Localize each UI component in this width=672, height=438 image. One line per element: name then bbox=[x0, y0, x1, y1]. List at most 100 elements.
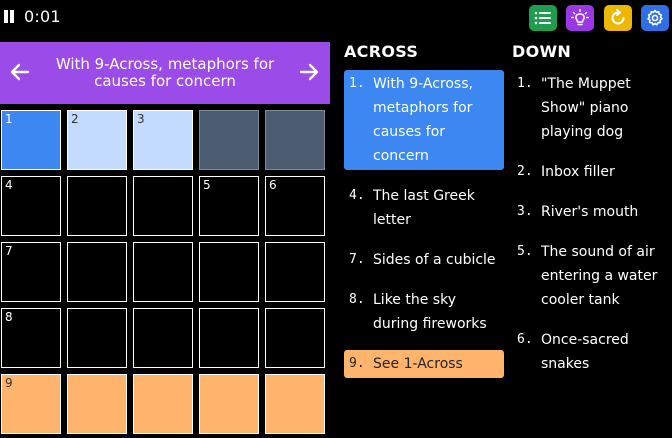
settings-button[interactable] bbox=[641, 5, 669, 31]
across-clue-item[interactable]: 4. The last Greek letter bbox=[344, 184, 504, 232]
grid-cell[interactable]: 1 bbox=[1, 110, 61, 170]
timer: 0:01 bbox=[24, 7, 61, 26]
clue-text: Like the sky during fireworks bbox=[373, 288, 487, 336]
clue-text: Inbox filler bbox=[541, 160, 615, 184]
prev-clue-arrow-icon[interactable] bbox=[8, 60, 32, 84]
clue-number: 5. bbox=[517, 244, 533, 259]
cell-number: 8 bbox=[5, 310, 13, 324]
clue-text-line: With 9-Across, bbox=[373, 76, 473, 92]
clue-number: 1. bbox=[517, 76, 533, 91]
grid-cell[interactable] bbox=[199, 308, 259, 368]
clue-text: With 9-Across, metaphors for causes for con… bbox=[373, 72, 473, 168]
clue-text-line: Inbox filler bbox=[541, 164, 615, 180]
clue-number: 9. bbox=[349, 356, 365, 371]
clue-text: The sound of air entering a water cooler t… bbox=[541, 240, 657, 312]
down-clue-item[interactable]: 2. Inbox filler bbox=[512, 160, 667, 184]
grid-cell[interactable] bbox=[133, 374, 193, 434]
grid-cell[interactable]: 6 bbox=[265, 176, 325, 236]
clue-text-line: metaphors for bbox=[373, 100, 473, 116]
clue-text-line: Show" piano bbox=[541, 100, 629, 116]
across-clue-item[interactable]: 8. Like the sky during fireworks bbox=[344, 288, 504, 336]
current-clue-text: With 9-Across, metaphors for causes for … bbox=[55, 55, 275, 90]
down-clue-item[interactable]: 3. River's mouth bbox=[512, 200, 667, 224]
clue-text-line: See 1-Across bbox=[373, 356, 463, 372]
cell-number: 2 bbox=[71, 112, 79, 126]
clue-text-line: concern bbox=[373, 148, 429, 164]
clue-text-line: cooler tank bbox=[541, 292, 620, 308]
clue-text: River's mouth bbox=[541, 200, 638, 224]
clue-text-line: The last Greek bbox=[373, 188, 475, 204]
down-heading: DOWN bbox=[512, 42, 572, 61]
grid-cell[interactable] bbox=[67, 176, 127, 236]
clue-text-line: playing dog bbox=[541, 124, 624, 140]
clue-text: Sides of a cubicle bbox=[373, 248, 496, 272]
clue-text-line: snakes bbox=[541, 356, 590, 372]
across-heading: ACROSS bbox=[344, 42, 419, 61]
grid-cell[interactable] bbox=[67, 308, 127, 368]
grid-cell[interactable] bbox=[133, 176, 193, 236]
cell-number: 9 bbox=[5, 376, 13, 390]
across-clue-item[interactable]: 9. See 1-Across bbox=[344, 350, 504, 378]
clue-text-line: entering a water bbox=[541, 268, 658, 284]
pause-icon[interactable] bbox=[3, 10, 15, 23]
cell-number: 3 bbox=[137, 112, 145, 126]
clue-number: 3. bbox=[517, 204, 533, 219]
gear-icon bbox=[647, 9, 663, 26]
clue-text-line: Once-sacred bbox=[541, 332, 629, 348]
lightbulb-icon bbox=[571, 9, 589, 26]
clue-number: 4. bbox=[349, 188, 365, 203]
clue-number: 2. bbox=[517, 164, 533, 179]
cell-number: 6 bbox=[269, 178, 277, 192]
clue-text-line: The sound of air bbox=[541, 244, 655, 260]
across-clue-item[interactable]: 1. With 9-Across, metaphors for causes for c… bbox=[344, 70, 504, 170]
grid-cell[interactable] bbox=[265, 374, 325, 434]
down-clue-item[interactable]: 1. "The Muppet Show" piano playing dog bbox=[512, 72, 667, 144]
clue-text: See 1-Across bbox=[373, 352, 463, 376]
grid-cell[interactable] bbox=[199, 374, 259, 434]
clue-text-line: Sides of a cubicle bbox=[373, 252, 496, 268]
reset-button[interactable] bbox=[604, 5, 632, 31]
grid-cell bbox=[199, 110, 259, 170]
clue-text: Once-sacred snakes bbox=[541, 328, 629, 376]
grid-cell[interactable]: 9 bbox=[1, 374, 61, 434]
clue-number: 7. bbox=[349, 252, 365, 267]
grid-cell[interactable]: 2 bbox=[67, 110, 127, 170]
cell-number: 5 bbox=[203, 178, 211, 192]
grid-cell bbox=[265, 110, 325, 170]
cell-number: 1 bbox=[5, 112, 13, 126]
grid-cell[interactable]: 7 bbox=[1, 242, 61, 302]
clue-text-line: letter bbox=[373, 212, 411, 228]
grid-cell[interactable]: 5 bbox=[199, 176, 259, 236]
clue-text-line: River's mouth bbox=[541, 204, 639, 220]
grid-cell[interactable] bbox=[265, 308, 325, 368]
current-clue-bar: With 9-Across, metaphors for causes for … bbox=[0, 42, 330, 104]
grid-cell[interactable] bbox=[133, 242, 193, 302]
clue-text-line: "The Muppet bbox=[541, 76, 631, 92]
grid-cell[interactable] bbox=[199, 242, 259, 302]
grid-cell[interactable] bbox=[67, 242, 127, 302]
cell-number: 7 bbox=[5, 244, 13, 258]
grid-cell[interactable]: 3 bbox=[133, 110, 193, 170]
clue-text: The last Greek letter bbox=[373, 184, 475, 232]
grid-cell[interactable] bbox=[265, 242, 325, 302]
list-icon bbox=[534, 11, 551, 25]
clue-text-line: causes for bbox=[373, 124, 446, 140]
hint-button[interactable] bbox=[566, 5, 594, 31]
down-clue-item[interactable]: 5. The sound of air entering a water cooler… bbox=[512, 240, 667, 312]
grid-cell[interactable] bbox=[133, 308, 193, 368]
clue-number: 8. bbox=[349, 292, 365, 307]
top-bar: 0:01 bbox=[0, 0, 672, 34]
grid-cell[interactable]: 4 bbox=[1, 176, 61, 236]
clue-text-line: during fireworks bbox=[373, 316, 487, 332]
clue-text-line: Like the sky bbox=[373, 292, 456, 308]
clue-text: "The Muppet Show" piano playing dog bbox=[541, 72, 631, 144]
grid-cell[interactable] bbox=[67, 374, 127, 434]
across-clue-item[interactable]: 7. Sides of a cubicle bbox=[344, 248, 504, 272]
clue-number: 6. bbox=[517, 332, 533, 347]
cell-number: 4 bbox=[5, 178, 13, 192]
reset-icon bbox=[611, 9, 625, 25]
clue-list-button[interactable] bbox=[529, 5, 557, 31]
down-clue-item[interactable]: 6. Once-sacred snakes bbox=[512, 328, 667, 376]
grid-cell[interactable]: 8 bbox=[1, 308, 61, 368]
next-clue-arrow-icon[interactable] bbox=[297, 60, 321, 84]
